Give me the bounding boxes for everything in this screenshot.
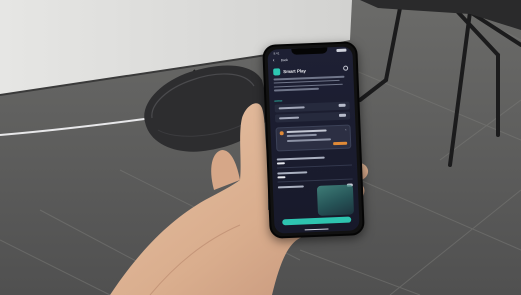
notice-text — [286, 138, 332, 142]
setting-row-label — [278, 106, 305, 109]
status-time: 9:41 — [273, 51, 280, 56]
list-item-label — [277, 185, 304, 189]
gear-icon[interactable] — [343, 65, 349, 71]
close-icon[interactable]: × — [345, 128, 347, 132]
list-item-value — [277, 176, 286, 179]
screen-header: Smart Play — [273, 65, 349, 77]
smartphone: 9:41 ‹ Back Smart Play ▬▬▬ × — [262, 41, 365, 239]
home-indicator — [304, 228, 329, 231]
setting-row[interactable] — [274, 101, 350, 113]
notice-card[interactable]: × — [275, 124, 352, 152]
setting-row-value — [338, 103, 346, 107]
photo-background — [0, 0, 521, 295]
description-text — [273, 75, 350, 94]
notice-text — [286, 133, 317, 137]
setting-row-value — [338, 113, 347, 117]
app-icon — [273, 68, 281, 76]
nav-back-label[interactable]: Back — [281, 57, 288, 64]
battery-icon — [336, 48, 347, 53]
illustration-image — [316, 184, 355, 216]
warning-icon — [279, 131, 284, 136]
setting-row-label — [279, 116, 300, 119]
list-item-label — [277, 171, 308, 175]
list-item-value — [276, 162, 285, 165]
section-label: ▬▬▬ — [274, 99, 283, 103]
app-screen: 9:41 ‹ Back Smart Play ▬▬▬ × — [267, 46, 360, 234]
list-item-label — [276, 156, 325, 161]
page-title: Smart Play — [283, 68, 307, 75]
notice-text — [286, 129, 327, 133]
notice-action-button[interactable] — [333, 141, 348, 146]
setting-row[interactable] — [274, 111, 351, 123]
primary-action-button[interactable] — [282, 216, 352, 226]
chevron-left-icon[interactable]: ‹ — [273, 58, 275, 64]
